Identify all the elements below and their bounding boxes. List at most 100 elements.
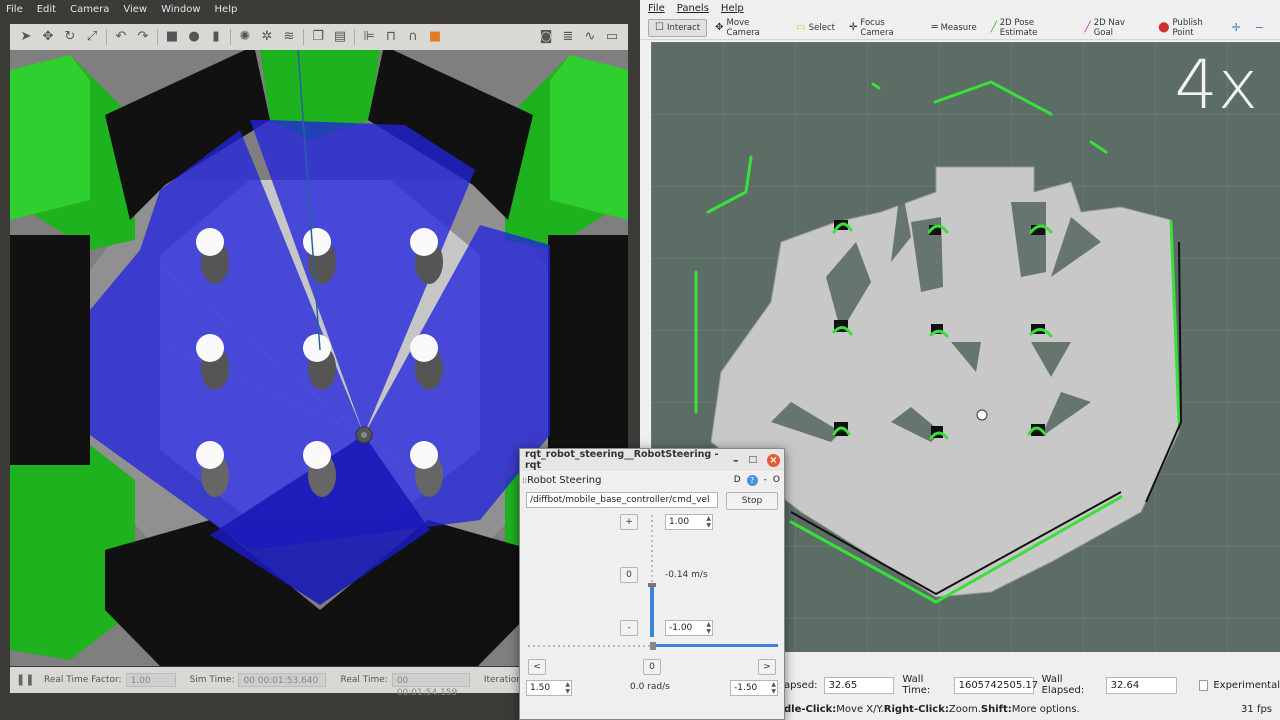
- tool-move-camera[interactable]: ✥ Move Camera: [709, 17, 788, 38]
- screenshot-icon[interactable]: ◙: [538, 29, 554, 45]
- rqt-titlebar[interactable]: rqt_robot_steering__RobotSteering - rqt …: [520, 449, 784, 471]
- angular-velocity-slider[interactable]: [528, 642, 778, 650]
- toolbar-divider: [157, 29, 158, 45]
- scale-mode-icon[interactable]: ⤢: [84, 29, 100, 45]
- linear-velocity-readout: -0.14 m/s: [665, 570, 708, 580]
- angular-min-spinbox[interactable]: -1.50 ▲ ▼: [730, 680, 778, 696]
- help-shift: Shift:: [980, 703, 1012, 715]
- cylinder-shape-icon[interactable]: ▮: [208, 29, 224, 45]
- angular-zero-button[interactable]: 0: [643, 659, 661, 675]
- undo-icon[interactable]: ↶: [113, 29, 129, 45]
- linear-min-spinbox[interactable]: -1.00 ▲ ▼: [665, 620, 713, 636]
- gz-menu-file[interactable]: File: [6, 4, 23, 15]
- minimize-icon[interactable]: –: [733, 454, 739, 467]
- linear-max-spinbox[interactable]: 1.00 ▲ ▼: [665, 514, 713, 530]
- rqt-window-title: rqt_robot_steering__RobotSteering - rqt: [525, 449, 719, 471]
- plugin-title: Robot Steering: [527, 474, 602, 486]
- box-shape-icon[interactable]: ■: [164, 29, 180, 45]
- point-light-icon[interactable]: ✺: [237, 29, 253, 45]
- ros-elapsed-label: apsed:: [784, 679, 818, 691]
- add-tool-icon[interactable]: ✛: [1232, 21, 1241, 34]
- rviz-menu-file[interactable]: File: [648, 3, 665, 14]
- tool-measure[interactable]: ═ Measure: [926, 19, 983, 37]
- tool-focus-camera[interactable]: ✛ Focus Camera: [843, 17, 924, 38]
- tool-2d-pose-estimate[interactable]: ╱ 2D Pose Estimate: [985, 18, 1077, 38]
- magnet-icon[interactable]: ∩: [405, 29, 421, 45]
- interact-icon: ☐: [655, 22, 664, 33]
- change-view-icon[interactable]: ■: [427, 29, 443, 45]
- redo-icon[interactable]: ↷: [135, 29, 151, 45]
- linear-decrease-button[interactable]: -: [620, 620, 638, 636]
- spot-light-icon[interactable]: ✲: [259, 29, 275, 45]
- angular-slider-fill: [653, 644, 778, 647]
- tool-label: Focus Camera: [860, 17, 894, 38]
- spin-arrows-icon[interactable]: ▲ ▼: [565, 681, 570, 695]
- rqt-plugin-header: ⁞⁞ Robot Steering D ? - O: [520, 471, 784, 489]
- pause-icon[interactable]: ❚❚: [16, 673, 34, 687]
- spin-arrows-icon[interactable]: ▲ ▼: [771, 681, 776, 695]
- gazebo-toolbar: ➤ ✥ ↻ ⤢ ↶ ↷ ■ ● ▮ ✺ ✲ ≋ ❐ ▤ ⊫ ⊓ ∩ ■ ◙ ≣ …: [10, 24, 628, 50]
- plugin-flags-label[interactable]: D: [734, 475, 741, 485]
- log-icon[interactable]: ≣: [560, 29, 576, 45]
- snap-icon[interactable]: ⊓: [383, 29, 399, 45]
- angular-slider-handle[interactable]: [650, 642, 656, 650]
- plot-icon[interactable]: ∿: [582, 29, 598, 45]
- linear-zero-button[interactable]: 0: [620, 567, 638, 583]
- stop-button[interactable]: Stop: [726, 492, 778, 510]
- turn-left-button[interactable]: <: [528, 659, 546, 675]
- paste-icon[interactable]: ▤: [332, 29, 348, 45]
- rviz-menubar: File Panels Help: [640, 0, 1280, 16]
- gz-menu-edit[interactable]: Edit: [37, 4, 56, 15]
- translate-mode-icon[interactable]: ✥: [40, 29, 56, 45]
- spin-arrows-icon[interactable]: ▲ ▼: [706, 515, 711, 529]
- tool-publish-point[interactable]: ⬤ Publish Point: [1152, 18, 1229, 38]
- gz-menu-help[interactable]: Help: [215, 4, 238, 15]
- rviz-menu-panels[interactable]: Panels: [677, 3, 709, 14]
- plugin-close-label[interactable]: O: [773, 475, 780, 485]
- real-time-label: Real Time:: [340, 675, 388, 685]
- select-mode-icon[interactable]: ➤: [18, 29, 34, 45]
- gazebo-menubar: File Edit Camera View Window Help: [0, 0, 640, 18]
- move-camera-icon: ✥: [715, 22, 724, 33]
- rviz-toolbar: ☐ Interact ✥ Move Camera ▭ Select ✛ Focu…: [640, 16, 1280, 40]
- copy-icon[interactable]: ❐: [310, 29, 326, 45]
- help-right-click: Right-Click:: [883, 703, 949, 715]
- pose-estimate-icon: ╱: [990, 22, 997, 33]
- linear-increase-button[interactable]: +: [620, 514, 638, 530]
- spin-arrows-icon[interactable]: ▲ ▼: [706, 621, 711, 635]
- tool-2d-nav-goal[interactable]: ╱ 2D Nav Goal: [1079, 17, 1151, 38]
- linear-min-value: -1.00: [669, 623, 693, 633]
- gz-menu-camera[interactable]: Camera: [70, 4, 109, 15]
- video-record-icon[interactable]: ▭: [604, 29, 620, 45]
- rtf-label: Real Time Factor:: [44, 675, 122, 685]
- gz-menu-view[interactable]: View: [123, 4, 147, 15]
- wall-time-field: 1605742505.17: [953, 676, 1038, 694]
- tool-label: Select: [808, 22, 835, 33]
- remove-tool-icon[interactable]: −: [1255, 21, 1264, 34]
- sphere-shape-icon[interactable]: ●: [186, 29, 202, 45]
- rotate-mode-icon[interactable]: ↻: [62, 29, 78, 45]
- linear-velocity-slider[interactable]: [648, 515, 656, 637]
- rviz-menu-help[interactable]: Help: [721, 3, 744, 14]
- tool-label: 2D Nav Goal: [1093, 17, 1125, 38]
- wall-time-label: Wall Time:: [902, 674, 931, 696]
- rqt-robot-steering-window: rqt_robot_steering__RobotSteering - rqt …: [519, 448, 785, 720]
- directional-light-icon[interactable]: ≋: [281, 29, 297, 45]
- topic-input[interactable]: /diffbot/mobile_base_controller/cmd_vel: [526, 492, 718, 508]
- close-icon[interactable]: ×: [767, 453, 780, 467]
- plugin-dash[interactable]: -: [764, 475, 767, 485]
- turn-right-button[interactable]: >: [758, 659, 776, 675]
- tool-label: Move Camera: [726, 17, 760, 38]
- tool-select[interactable]: ▭ Select: [790, 19, 841, 37]
- experimental-checkbox[interactable]: [1198, 679, 1209, 691]
- angular-max-spinbox[interactable]: 1.50 ▲ ▼: [526, 680, 572, 696]
- linear-slider-handle[interactable]: [648, 582, 656, 587]
- align-icon[interactable]: ⊫: [361, 29, 377, 45]
- experimental-label: Experimental: [1213, 679, 1280, 691]
- gz-menu-window[interactable]: Window: [161, 4, 200, 15]
- angular-max-value: 1.50: [530, 683, 551, 693]
- help-icon[interactable]: ?: [746, 474, 758, 486]
- tool-interact[interactable]: ☐ Interact: [648, 18, 708, 37]
- toolbar-divider: [303, 29, 304, 45]
- maximize-icon[interactable]: □: [748, 455, 757, 465]
